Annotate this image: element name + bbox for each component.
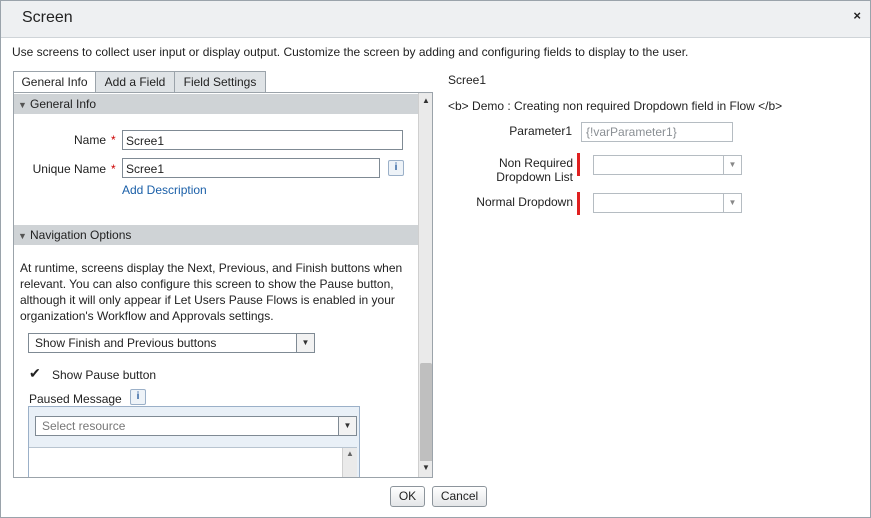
scroll-down-arrow-icon[interactable]: ▼ (419, 461, 432, 475)
non-required-dropdown-label: Non Required Dropdown List (471, 156, 573, 184)
chevron-down-icon: ▼ (296, 334, 314, 352)
non-required-label-line1: Non Required (498, 156, 573, 170)
non-required-label-line2: Dropdown List (496, 170, 573, 184)
close-icon[interactable]: × (853, 8, 861, 23)
screen-dialog: Screen × Use screens to collect user inp… (0, 0, 871, 518)
tab-general-info[interactable]: General Info (13, 71, 96, 94)
general-info-header[interactable]: ▼ General Info (14, 94, 418, 114)
chevron-down-icon: ▼ (723, 156, 741, 174)
navigation-options-header-label: Navigation Options (30, 228, 132, 242)
paused-message-box: Select resource ▼ ▲ (28, 406, 360, 477)
navigation-buttons-value: Show Finish and Previous buttons (35, 336, 217, 350)
general-info-panel: ▼ General Info Name * Scree1 Unique Name … (13, 92, 433, 478)
textarea-scrollbar[interactable]: ▲ (342, 448, 357, 477)
navigation-options-header[interactable]: ▼ Navigation Options (14, 225, 418, 245)
tab-field-settings[interactable]: Field Settings (174, 71, 266, 93)
navigation-buttons-select[interactable]: Show Finish and Previous buttons ▼ (28, 333, 315, 353)
preview-display-text: <b> Demo : Creating non required Dropdow… (448, 99, 783, 113)
show-pause-checkbox[interactable]: ✔ (29, 366, 41, 380)
normal-dropdown[interactable]: ▼ (593, 193, 742, 213)
name-input[interactable]: Scree1 (122, 130, 403, 150)
parameter1-label: Parameter1 (509, 124, 572, 138)
select-resource-dropdown[interactable]: Select resource ▼ (35, 416, 357, 436)
scroll-up-arrow-icon[interactable]: ▲ (343, 449, 357, 458)
ok-button[interactable]: OK (390, 486, 425, 507)
unique-name-required-mark: * (111, 162, 116, 176)
parameter1-input[interactable]: {!varParameter1} (581, 122, 733, 142)
panel-scrollbar[interactable]: ▲ ▼ (418, 93, 432, 477)
navigation-description: At runtime, screens display the Next, Pr… (20, 261, 403, 323)
scroll-up-arrow-icon[interactable]: ▲ (419, 94, 432, 108)
intro-text: Use screens to collect user input or dis… (12, 45, 689, 59)
select-resource-placeholder: Select resource (42, 419, 126, 433)
dialog-title: Screen (22, 9, 73, 26)
normal-dropdown-label: Normal Dropdown (476, 195, 573, 209)
unique-name-input[interactable]: Scree1 (122, 158, 380, 178)
required-indicator-bar (577, 192, 580, 215)
preview-screen-name: Scree1 (448, 73, 487, 87)
info-icon[interactable]: i (388, 160, 404, 176)
name-required-mark: * (111, 133, 116, 147)
show-pause-label: Show Pause button (52, 368, 157, 382)
non-required-dropdown[interactable]: ▼ (593, 155, 742, 175)
title-bar: Screen × (1, 1, 870, 38)
name-label: Name (73, 133, 106, 147)
required-indicator-bar (577, 153, 580, 176)
add-description-link[interactable]: Add Description (122, 183, 207, 197)
scrollbar-thumb[interactable] (420, 363, 432, 463)
collapse-triangle-icon: ▼ (18, 100, 27, 110)
general-info-header-label: General Info (30, 97, 97, 111)
info-icon[interactable]: i (130, 389, 146, 405)
chevron-down-icon: ▼ (723, 194, 741, 212)
paused-message-label: Paused Message (29, 392, 122, 406)
unique-name-label: Unique Name (32, 162, 106, 176)
collapse-triangle-icon: ▼ (18, 231, 27, 241)
paused-message-textarea[interactable]: ▲ (29, 447, 357, 477)
tab-add-a-field[interactable]: Add a Field (95, 71, 175, 93)
chevron-down-icon: ▼ (338, 417, 356, 435)
cancel-button[interactable]: Cancel (432, 486, 487, 507)
